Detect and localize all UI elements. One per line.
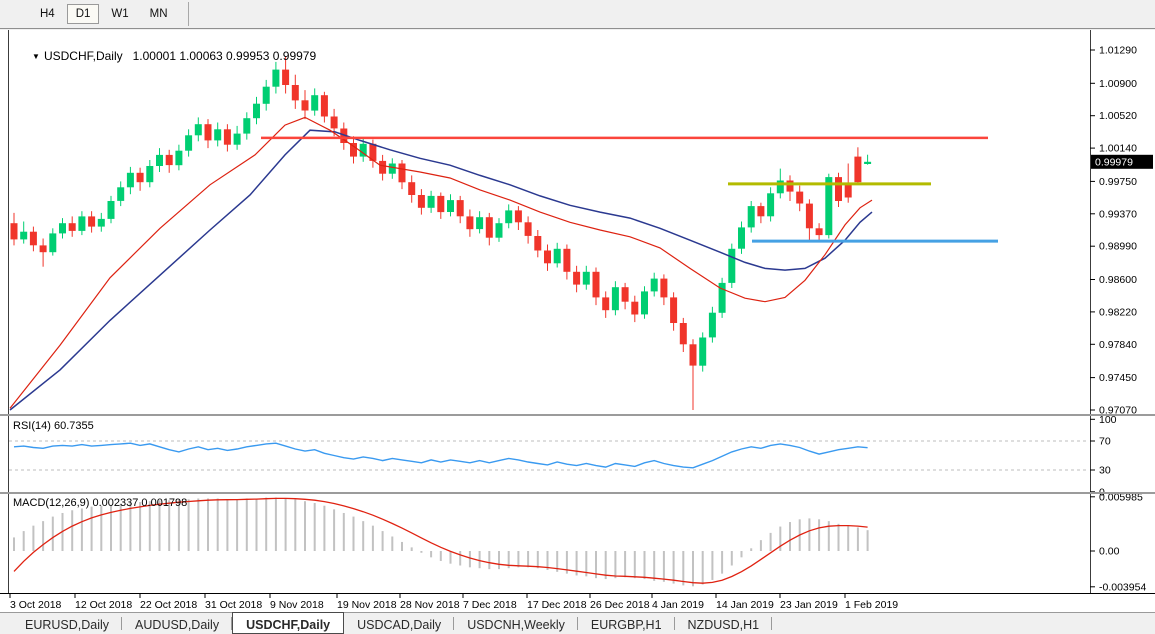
date-axis[interactable]: 3 Oct 2018 12 Oct 2018 22 Oct 2018 31 Oct 2… xyxy=(10,594,898,611)
svg-text:1.00900: 1.00900 xyxy=(1099,78,1137,90)
svg-text:0.98220: 0.98220 xyxy=(1099,306,1137,318)
tab-eurusd-daily[interactable]: EURUSD,Daily xyxy=(12,613,122,634)
macd-indicator-label: MACD(12,26,9) 0.002337 0.001798 xyxy=(13,497,187,509)
svg-text:19 Nov 2018: 19 Nov 2018 xyxy=(337,599,397,611)
svg-text:22 Oct 2018: 22 Oct 2018 xyxy=(140,599,197,611)
timeframe-toolbar: H4 D1 W1 MN xyxy=(0,0,1155,29)
rsi-plot xyxy=(14,443,868,468)
chart-title: ▼ USDCHF,Daily 1.00001 1.00063 0.99953 0.9… xyxy=(12,35,316,77)
svg-text:1.01290: 1.01290 xyxy=(1099,45,1137,57)
svg-text:1.00520: 1.00520 xyxy=(1099,110,1137,122)
chart-window: 1.01290 1.00900 1.00520 1.00140 0.99750 0.993… xyxy=(0,30,1155,612)
svg-text:0.99370: 0.99370 xyxy=(1099,208,1137,220)
tab-usdchf-daily[interactable]: USDCHF,Daily xyxy=(232,612,344,634)
candles xyxy=(11,56,872,410)
rsi-indicator-label: RSI(14) 60.7355 xyxy=(13,420,94,432)
svg-text:14 Jan 2019: 14 Jan 2019 xyxy=(716,599,774,611)
timeframe-button-d1[interactable]: D1 xyxy=(67,4,100,24)
svg-text:28 Nov 2018: 28 Nov 2018 xyxy=(400,599,460,611)
svg-text:7 Dec 2018: 7 Dec 2018 xyxy=(463,599,517,611)
macd-axis[interactable]: 0.0059850.00-0.003954 xyxy=(1090,491,1146,593)
svg-text:23 Jan 2019: 23 Jan 2019 xyxy=(780,599,838,611)
svg-text:31 Oct 2018: 31 Oct 2018 xyxy=(205,599,262,611)
timeframe-button-mn[interactable]: MN xyxy=(141,4,177,24)
svg-text:1.00140: 1.00140 xyxy=(1099,143,1137,155)
price-chart-canvas[interactable]: 1.01290 1.00900 1.00520 1.00140 0.99750 0.993… xyxy=(0,30,1155,612)
chart-ohlc-values: 1.00001 1.00063 0.99953 0.99979 xyxy=(133,49,317,63)
svg-text:0.99979: 0.99979 xyxy=(1095,156,1133,168)
svg-text:9 Nov 2018: 9 Nov 2018 xyxy=(270,599,324,611)
svg-text:70: 70 xyxy=(1099,436,1111,448)
mt4-window: H4 D1 W1 MN 1.01290 1.00900 1.00520 1.00140… xyxy=(0,0,1155,634)
svg-text:-0.003954: -0.003954 xyxy=(1099,581,1146,593)
tab-audusd-daily[interactable]: AUDUSD,Daily xyxy=(122,613,232,634)
chart-symbol-label: USDCHF,Daily xyxy=(44,49,123,63)
tab-usdcad-daily[interactable]: USDCAD,Daily xyxy=(344,613,454,634)
tab-nzdusd-h1[interactable]: NZDUSD,H1 xyxy=(675,613,773,634)
svg-text:0.97840: 0.97840 xyxy=(1099,339,1137,351)
current-price-tag: 0.99979 xyxy=(1091,155,1153,169)
rsi-guide-lines xyxy=(9,441,1089,470)
tab-eurgbp-h1[interactable]: EURGBP,H1 xyxy=(578,613,675,634)
svg-text:12 Oct 2018: 12 Oct 2018 xyxy=(75,599,132,611)
svg-text:26 Dec 2018: 26 Dec 2018 xyxy=(590,599,650,611)
rsi-axis[interactable]: 10070300 xyxy=(1090,414,1117,499)
panel-splitter-rsi[interactable] xyxy=(0,414,1155,416)
timeframe-button-h4[interactable]: H4 xyxy=(31,4,64,24)
svg-text:17 Dec 2018: 17 Dec 2018 xyxy=(527,599,587,611)
symbol-dropdown-icon[interactable]: ▼ xyxy=(32,52,40,61)
tab-usdcnh-weekly[interactable]: USDCNH,Weekly xyxy=(454,613,578,634)
macd-plot xyxy=(14,498,868,587)
chart-tabs-bar: EURUSD,DailyAUDUSD,DailyUSDCHF,DailyUSDC… xyxy=(0,612,1155,634)
svg-text:0.97450: 0.97450 xyxy=(1099,372,1137,384)
timeframe-button-w1[interactable]: W1 xyxy=(102,4,137,24)
toolbar-separator xyxy=(188,2,189,26)
panel-splitter-macd[interactable] xyxy=(0,492,1155,494)
svg-text:4 Jan 2019: 4 Jan 2019 xyxy=(652,599,704,611)
svg-text:0.98600: 0.98600 xyxy=(1099,274,1137,286)
svg-text:0.00: 0.00 xyxy=(1099,546,1120,558)
svg-text:0.99750: 0.99750 xyxy=(1099,176,1137,188)
moving-averages xyxy=(10,117,872,410)
price-axis[interactable]: 1.01290 1.00900 1.00520 1.00140 0.99750 0.993… xyxy=(1090,45,1153,417)
svg-text:30: 30 xyxy=(1099,465,1111,477)
svg-text:3 Oct 2018: 3 Oct 2018 xyxy=(10,599,62,611)
svg-text:1 Feb 2019: 1 Feb 2019 xyxy=(845,599,898,611)
svg-text:0.98990: 0.98990 xyxy=(1099,241,1137,253)
